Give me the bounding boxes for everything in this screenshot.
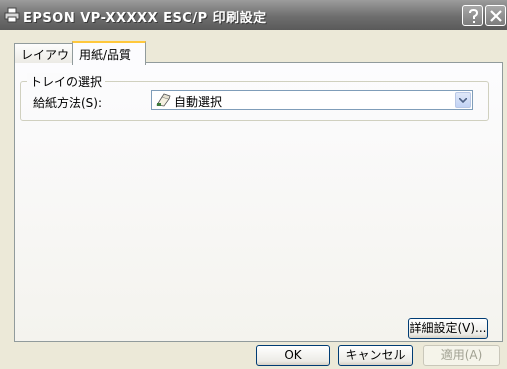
close-icon <box>490 10 502 22</box>
printer-icon <box>4 7 20 23</box>
window-title: EPSON VP-XXXXX ESC/P 印刷設定 <box>23 11 267 26</box>
close-button[interactable] <box>485 5 506 26</box>
advanced-button[interactable]: 詳細設定(V)... <box>408 318 488 339</box>
print-settings-window: EPSON VP-XXXXX ESC/P 印刷設定 レイアウト 用紙/品質 トレ… <box>0 0 507 369</box>
paper-source-label: 給紙方法(S): <box>33 96 103 110</box>
ok-button[interactable]: OK <box>256 345 330 366</box>
cancel-button[interactable]: キャンセル <box>338 345 413 366</box>
printer-feed-icon <box>156 93 171 107</box>
help-button[interactable] <box>462 5 483 26</box>
tab-paper-quality[interactable]: 用紙/品質 <box>72 41 146 65</box>
title-bar[interactable]: EPSON VP-XXXXX ESC/P 印刷設定 <box>0 0 507 30</box>
dropdown-arrow[interactable] <box>455 92 471 108</box>
paper-source-dropdown[interactable]: 自動選択 <box>151 90 473 110</box>
tab-layout[interactable]: レイアウト <box>14 43 81 63</box>
apply-button[interactable]: 適用(A) <box>423 345 500 366</box>
tray-selection-title: トレイの選択 <box>27 73 106 90</box>
paper-source-value: 自動選択 <box>174 95 223 109</box>
chevron-down-icon <box>459 98 467 103</box>
question-icon <box>469 8 479 23</box>
